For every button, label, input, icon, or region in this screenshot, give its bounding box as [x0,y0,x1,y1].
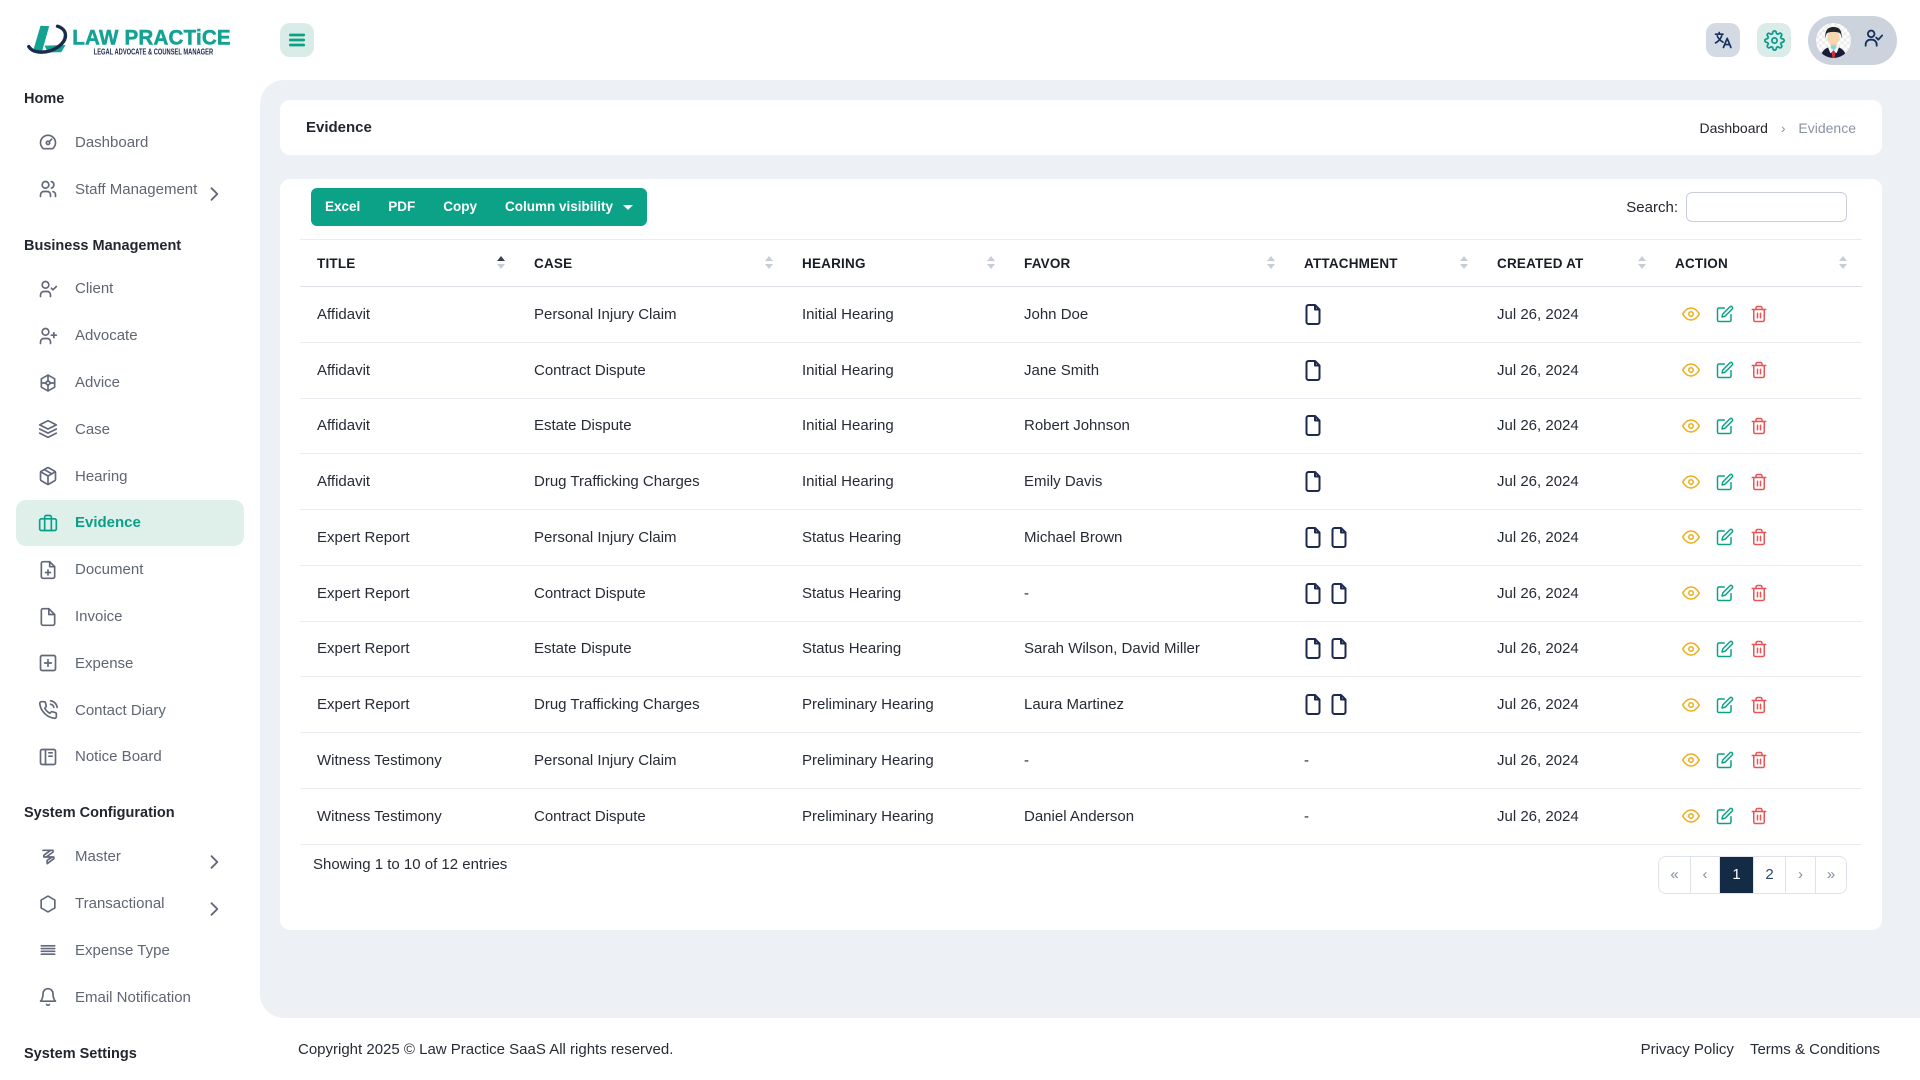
svg-text:LEGAL ADVOCATE & COUNSEL MANAG: LEGAL ADVOCATE & COUNSEL MANAGER [94,49,213,57]
svg-text:LAW PRACTiCE: LAW PRACTiCE [72,26,231,49]
